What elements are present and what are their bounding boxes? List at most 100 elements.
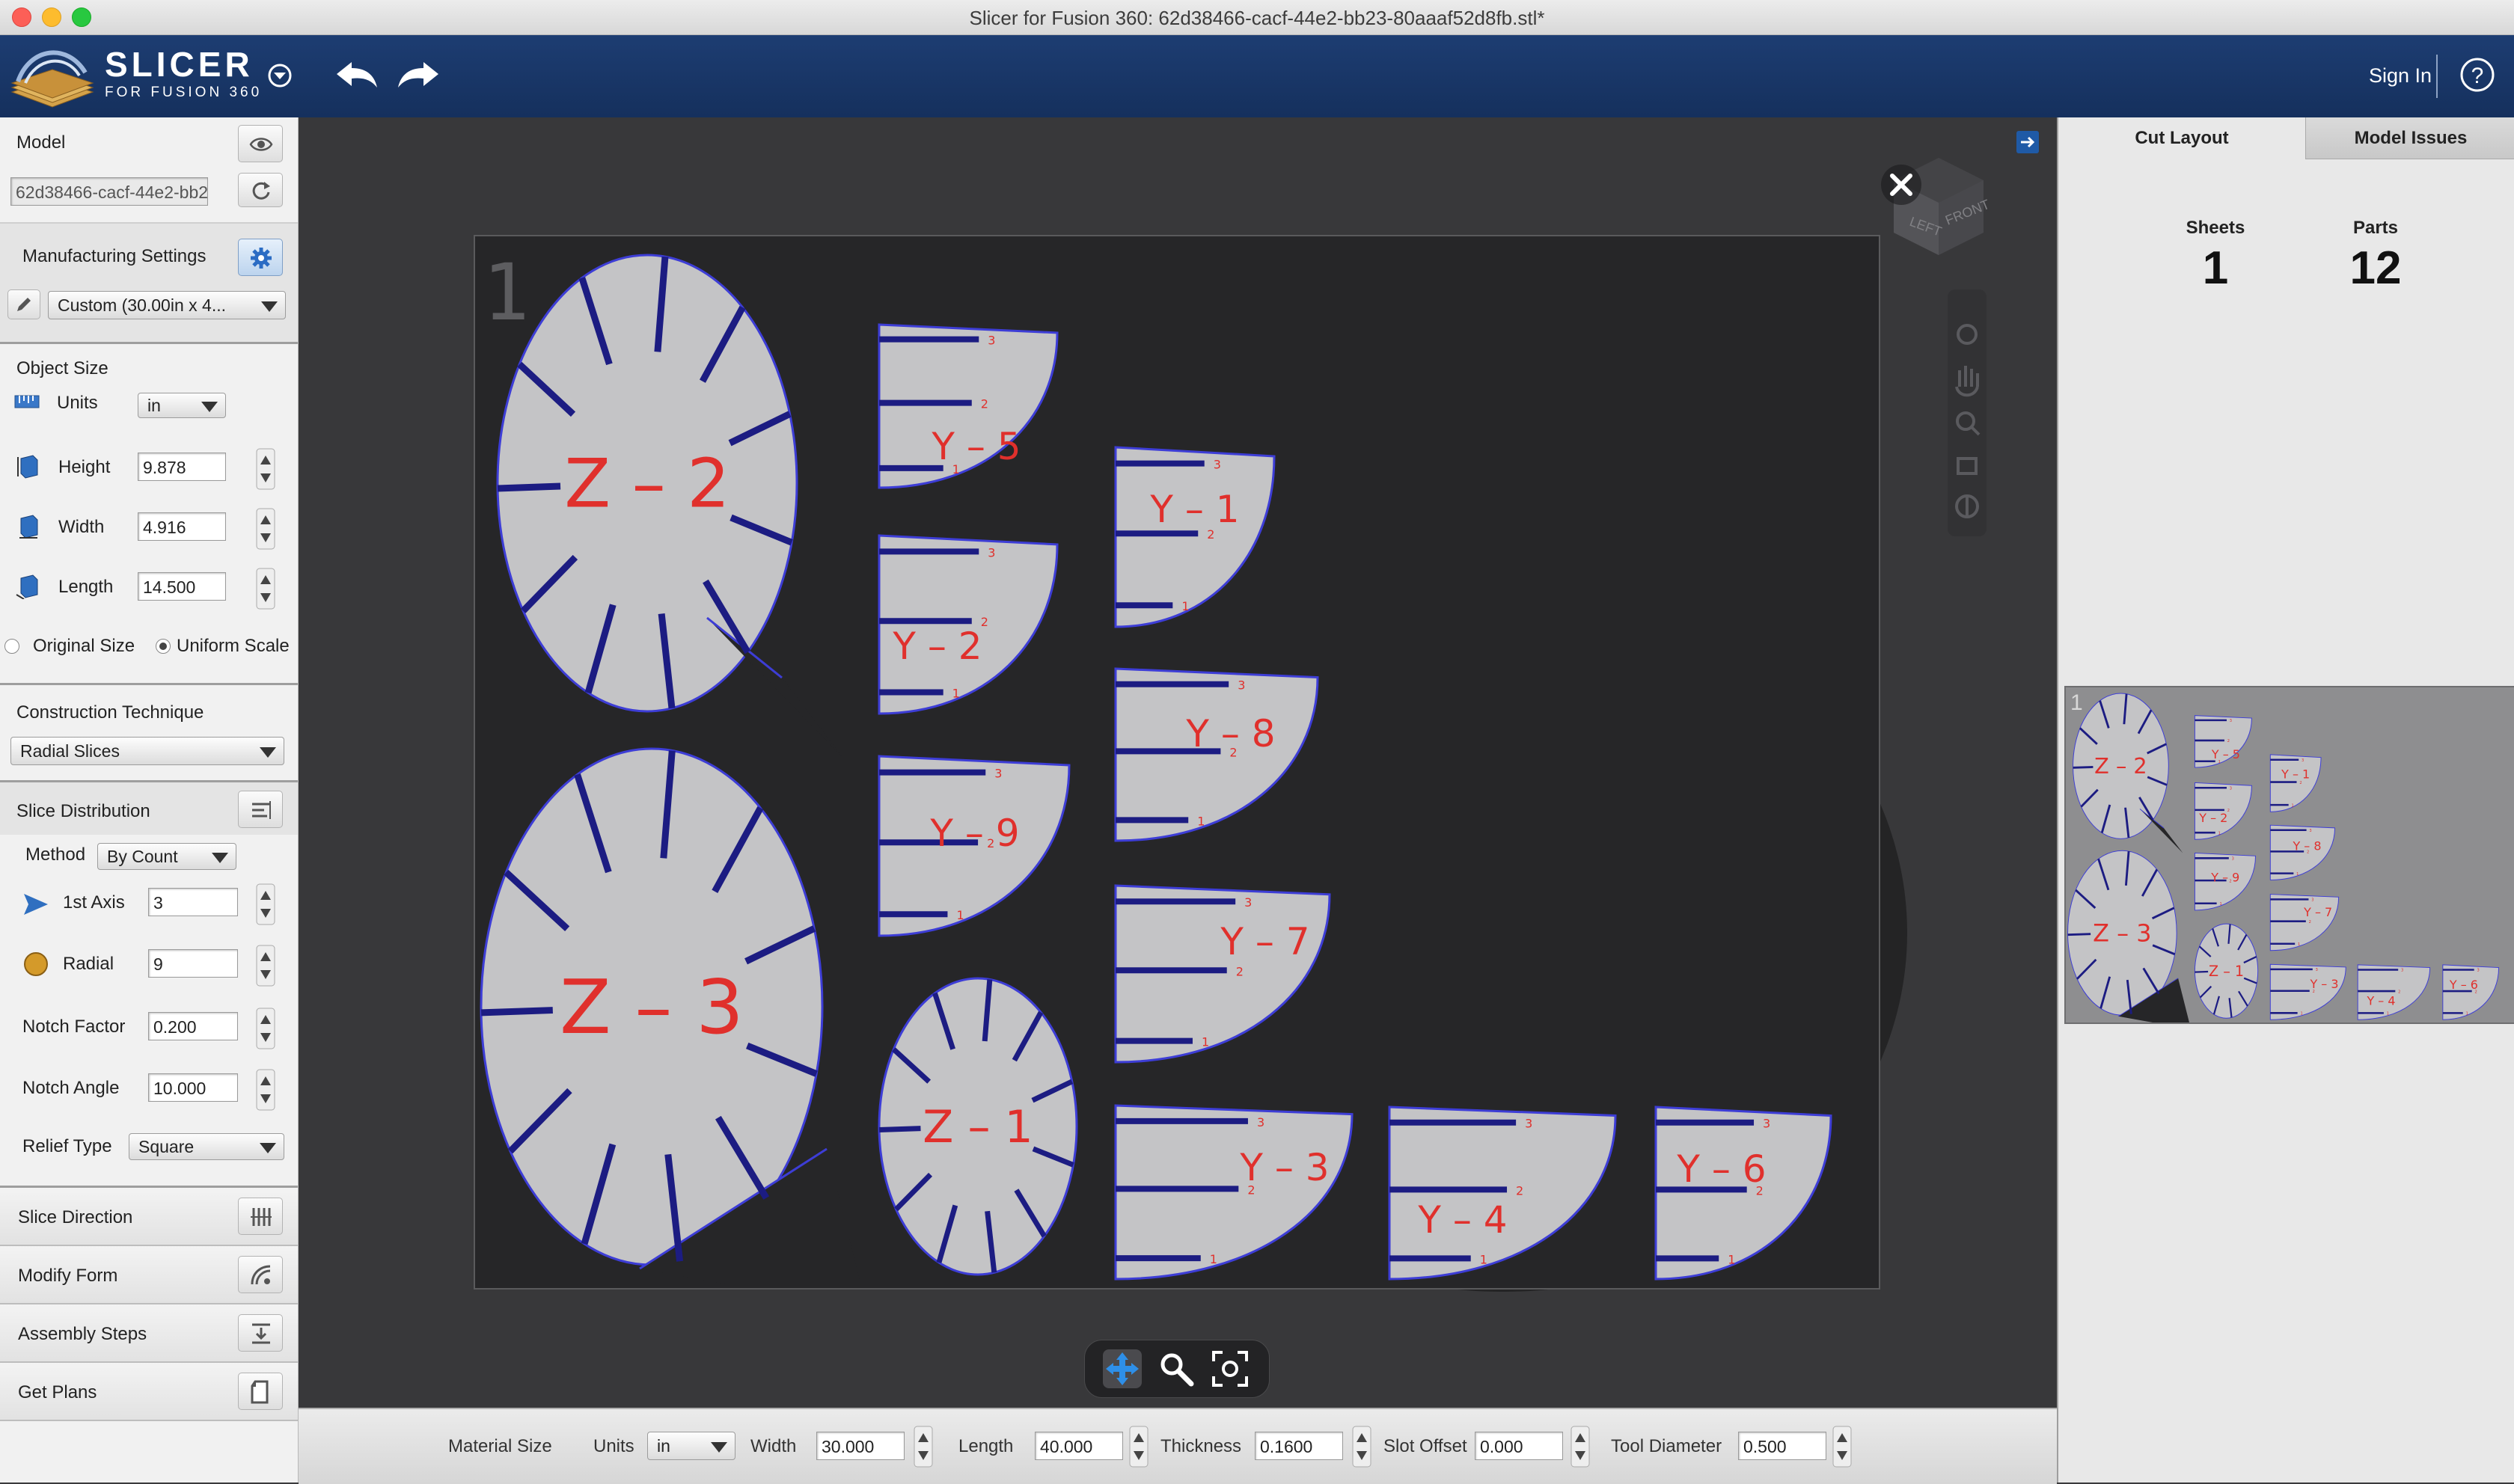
- 3d-viewport[interactable]: 1 Z – 2 Z – 3 Z – 1 3 2 1 Y – 5 3 2 1 Y – 2 3 2 1 Y – …: [299, 117, 2057, 1408]
- tool-diameter-label: Tool Diameter: [1611, 1436, 1722, 1456]
- width-input[interactable]: 4.916: [138, 512, 226, 541]
- slice-distribution-button[interactable]: [238, 791, 283, 828]
- width-stepper[interactable]: [256, 508, 275, 550]
- edit-manufacturing-preset-button[interactable]: [7, 289, 40, 319]
- notch-angle-stepper[interactable]: [256, 1069, 275, 1111]
- method-dropdown[interactable]: By Count: [97, 843, 236, 870]
- assembly-steps-button[interactable]: [238, 1314, 283, 1352]
- notch-number: 2: [2309, 920, 2311, 925]
- length-input[interactable]: 14.500: [138, 572, 226, 601]
- navigation-tools[interactable]: [1945, 289, 1990, 536]
- length-stepper[interactable]: [256, 568, 275, 610]
- thickness-stepper[interactable]: [1352, 1426, 1371, 1468]
- tab-model-issues[interactable]: Model Issues: [2305, 117, 2514, 159]
- notch-angle-input[interactable]: 10.000: [148, 1073, 238, 1102]
- construction-technique-dropdown[interactable]: Radial Slices: [10, 737, 284, 765]
- notch-number: 3: [1525, 1117, 1532, 1131]
- part-z-2[interactable]: Z – 2: [496, 254, 842, 756]
- close-icon[interactable]: [1879, 162, 1924, 207]
- part-y-9[interactable]: 321Y – 9: [2194, 852, 2257, 911]
- assembly-steps-section[interactable]: Assembly Steps: [0, 1304, 298, 1363]
- model-name-field[interactable]: 62d38466-cacf-44e2-bb23-80aaaf52d8fb.stl: [10, 177, 208, 206]
- app-header: SLICER FOR FUSION 360 Sign In ?: [0, 35, 2514, 117]
- part-y-5[interactable]: 321Y – 5: [878, 323, 1059, 489]
- part-y-8[interactable]: 321Y – 8: [1114, 667, 1319, 842]
- reload-model-button[interactable]: [238, 173, 283, 207]
- fit-view-icon: [1212, 1351, 1248, 1387]
- method-label: Method: [25, 844, 86, 865]
- part-y-4[interactable]: 3 2 1 Y – 4: [2357, 964, 2431, 1020]
- original-size-radio[interactable]: [4, 639, 19, 654]
- units-dropdown[interactable]: in: [138, 393, 226, 418]
- notch-number: 1: [2218, 831, 2221, 835]
- undo-icon[interactable]: [332, 56, 380, 93]
- fit-view-button[interactable]: [1211, 1349, 1250, 1388]
- radial-input[interactable]: 9: [148, 949, 238, 978]
- material-length-input[interactable]: 40.000: [1035, 1432, 1123, 1460]
- zoom-button[interactable]: [1157, 1349, 1196, 1388]
- part-y-1[interactable]: 321Y – 1: [2269, 754, 2322, 812]
- construction-technique-value: Radial Slices: [20, 741, 120, 761]
- uniform-scale-radio[interactable]: [156, 639, 171, 654]
- radial-stepper[interactable]: [256, 945, 275, 987]
- part-y-3[interactable]: 321Y – 3: [1114, 1104, 1354, 1281]
- height-input[interactable]: 9.878: [138, 453, 226, 481]
- part-z-3[interactable]: Z – 3: [2067, 850, 2192, 1022]
- part-label: Y – 1: [2281, 767, 2310, 782]
- app-menu-chevron-icon[interactable]: [265, 61, 295, 91]
- sign-in-link[interactable]: Sign In: [2369, 64, 2432, 88]
- pan-button[interactable]: [1103, 1349, 1142, 1388]
- tool-diameter-input[interactable]: 0.500: [1738, 1432, 1826, 1460]
- notch-factor-input[interactable]: 0.200: [148, 1012, 238, 1040]
- material-width-input[interactable]: 30.000: [816, 1432, 905, 1460]
- part-z-3[interactable]: Z – 3: [480, 747, 867, 1288]
- tab-cut-layout[interactable]: Cut Layout: [2058, 117, 2305, 159]
- relief-type-dropdown[interactable]: Square: [129, 1133, 284, 1160]
- first-axis-input[interactable]: 3: [148, 888, 238, 916]
- get-plans-button[interactable]: [238, 1373, 283, 1410]
- help-button[interactable]: ?: [2459, 56, 2496, 93]
- manufacturing-settings-button[interactable]: [238, 239, 283, 276]
- part-y-3[interactable]: 321Y – 3: [2269, 963, 2346, 1020]
- first-axis-stepper[interactable]: [256, 883, 275, 925]
- part-z-1[interactable]: Z – 1: [878, 977, 1078, 1276]
- slice-direction-section[interactable]: Slice Direction: [0, 1188, 298, 1246]
- slot-offset-input[interactable]: 0.000: [1475, 1432, 1563, 1460]
- radial-icon: [24, 952, 48, 976]
- sheets-count: 1: [2202, 242, 2229, 294]
- get-plans-section[interactable]: Get Plans: [0, 1363, 298, 1421]
- part-y-2[interactable]: 321Y – 2: [878, 534, 1059, 715]
- part-y-4[interactable]: 3 2 1 Y – 4: [1388, 1106, 1617, 1281]
- part-y-6[interactable]: 321Y – 6: [2442, 964, 2500, 1020]
- part-y-8[interactable]: 321Y – 8: [2269, 824, 2336, 880]
- part-z-1[interactable]: Z – 1: [2194, 923, 2259, 1019]
- part-y-9[interactable]: 321Y – 9: [878, 755, 1071, 937]
- manufacturing-preset-dropdown[interactable]: Custom (30.00in x 4...: [48, 291, 286, 319]
- part-z-2[interactable]: Z – 2: [2073, 693, 2183, 853]
- material-length-stepper[interactable]: [1129, 1426, 1149, 1468]
- material-width-stepper[interactable]: [914, 1426, 933, 1468]
- part-y-7[interactable]: 3 2 1 Y – 7: [2269, 894, 2340, 951]
- panel-toggle-button[interactable]: [2016, 131, 2039, 153]
- part-label: Y – 5: [2211, 747, 2240, 761]
- thickness-input[interactable]: 0.1600: [1255, 1432, 1343, 1460]
- parts-label: Parts: [2352, 218, 2399, 238]
- part-y-1[interactable]: 321Y – 1: [1114, 446, 1276, 628]
- notch-factor-stepper[interactable]: [256, 1008, 275, 1049]
- part-y-5[interactable]: 321Y – 5: [2194, 715, 2252, 768]
- height-stepper[interactable]: [256, 448, 275, 490]
- toggle-model-visibility-button[interactable]: [238, 125, 283, 162]
- sheet-thumbnail[interactable]: 1 Z – 2 Z – 3 Z – 1 3 2 1 Y – 5 3 2 1 Y – 2 3 2 1 Y – …: [2064, 686, 2514, 1024]
- part-label: Y – 8: [1185, 712, 1275, 755]
- slice-direction-button[interactable]: [238, 1198, 283, 1235]
- part-y-2[interactable]: 321Y – 2: [2194, 782, 2252, 840]
- cut-sheet[interactable]: 1 Z – 2 Z – 3 Z – 1 3 2 1 Y – 5 3 2 1 Y – 2 3 2 1 Y – …: [474, 235, 1880, 1290]
- modify-form-button[interactable]: [238, 1256, 283, 1293]
- tool-diameter-stepper[interactable]: [1832, 1426, 1852, 1468]
- material-units-dropdown[interactable]: in: [647, 1432, 735, 1460]
- slot-offset-stepper[interactable]: [1571, 1426, 1590, 1468]
- modify-form-section[interactable]: Modify Form: [0, 1246, 298, 1304]
- part-y-7[interactable]: 3 2 1 Y – 7: [1114, 884, 1331, 1064]
- redo-icon[interactable]: [395, 56, 443, 93]
- part-y-6[interactable]: 321Y – 6: [1654, 1106, 1832, 1281]
